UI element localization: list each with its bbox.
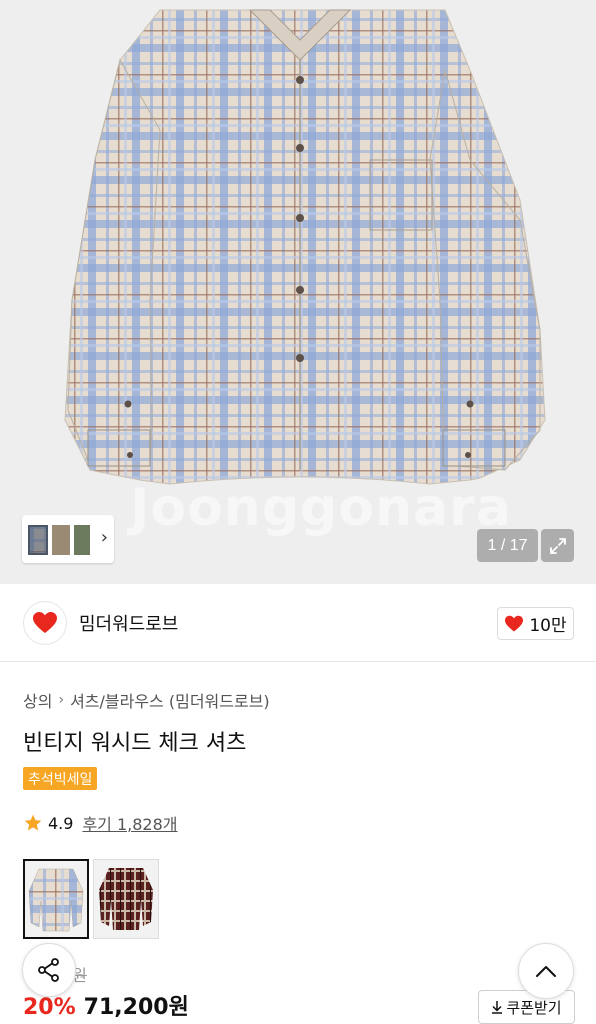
sale-price: 71,200원 — [83, 995, 189, 1020]
coupon-label: 쿠폰받기 — [506, 998, 562, 1017]
breadcrumb-item-subcategory[interactable]: 셔츠/블라우스 (밈더워드로브) — [70, 688, 270, 712]
variant-image — [25, 861, 87, 937]
like-button[interactable]: 10만 — [497, 607, 574, 640]
variant-thumbnail-red-check[interactable] — [93, 859, 159, 939]
watermark: Joonggonara — [130, 478, 512, 538]
thumbnail-images — [28, 525, 90, 555]
store-logo[interactable] — [23, 601, 67, 645]
rating-row: 4.9 후기 1,828개 — [23, 811, 178, 835]
color-variant-list — [23, 859, 159, 939]
star-icon — [24, 814, 42, 831]
breadcrumb: 상의 › 셔츠/블라우스 (밈더워드로브) — [23, 688, 270, 712]
sale-badge: 추석빅세일 — [23, 767, 98, 790]
store-name[interactable]: 밈더워드로브 — [79, 610, 178, 636]
share-button[interactable] — [22, 943, 76, 997]
store-logo-heart-icon — [33, 612, 57, 633]
heart-icon — [505, 615, 524, 631]
share-icon — [38, 958, 59, 982]
product-image-carousel[interactable]: Joonggonara › 1 / 17 — [0, 0, 596, 584]
expand-icon — [549, 537, 566, 554]
product-title: 빈티지 워시드 체크 셔츠 — [23, 731, 247, 756]
like-count: 10만 — [529, 616, 567, 636]
image-thumbnail-strip[interactable]: › — [22, 515, 114, 563]
discount-rate: 20% — [23, 995, 76, 1020]
image-counter: 1 / 17 — [477, 529, 538, 562]
rating-score: 4.9 — [48, 813, 74, 833]
expand-button[interactable] — [541, 529, 574, 562]
chevron-up-icon — [536, 966, 556, 977]
chevron-right-icon: › — [100, 527, 108, 548]
coupon-download-button[interactable]: 쿠폰받기 — [478, 990, 575, 1024]
reviews-link[interactable]: 후기 1,828개 — [82, 811, 177, 835]
chevron-right-icon: › — [58, 692, 65, 708]
variant-image — [94, 860, 158, 938]
breadcrumb-item-category[interactable]: 상의 — [23, 688, 52, 712]
scroll-top-button[interactable] — [518, 943, 574, 999]
store-row: 밈더워드로브 10만 — [0, 584, 596, 662]
variant-thumbnail-blue-check[interactable] — [23, 859, 89, 939]
download-icon — [492, 1001, 503, 1014]
